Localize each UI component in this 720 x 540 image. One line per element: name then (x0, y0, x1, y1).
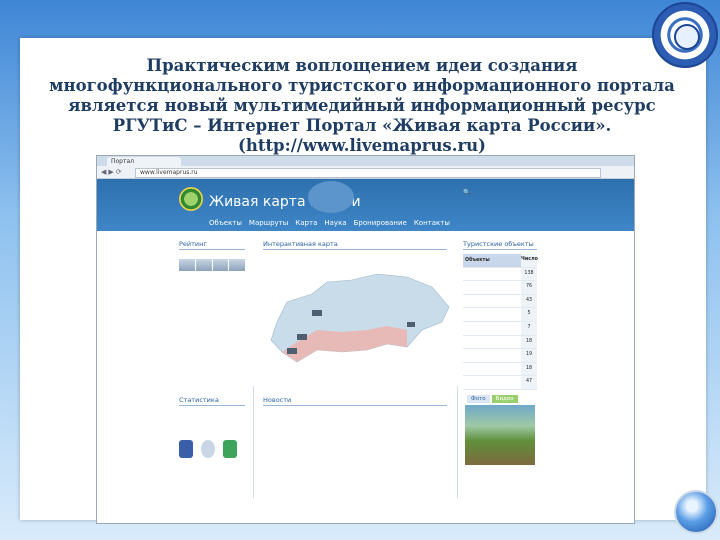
table-row[interactable]: 43 (463, 294, 537, 309)
table-row[interactable]: 18 (463, 335, 537, 350)
divider (253, 386, 254, 498)
slide-title: Практическим воплощением идеи создания м… (49, 56, 675, 155)
news-title[interactable]: Новости (263, 396, 447, 406)
promo-badge[interactable] (308, 181, 354, 213)
address-bar[interactable]: www.livemaprus.ru (135, 168, 601, 178)
featured-photo[interactable] (465, 405, 535, 465)
divider (457, 386, 458, 498)
site-header: Живая карта России 🔍 Объекты Маршруты Ка… (97, 179, 634, 231)
site-menu: Объекты Маршруты Карта Наука Бронировани… (209, 217, 450, 229)
table-header: Объекты Число (463, 254, 538, 268)
browser-tab[interactable]: Портал (107, 157, 181, 166)
menu-item-contacts[interactable]: Контакты (414, 217, 450, 229)
thumbnail[interactable] (212, 259, 229, 271)
objects-table: Объекты Число 138 76 43 5 7 18 19 18 47 (463, 254, 538, 390)
thumbnail[interactable] (229, 259, 245, 271)
map-pin-photo (312, 310, 322, 316)
browser-toolbar: ◀▶⟳ www.livemaprus.ru (97, 166, 634, 179)
globe-icon (674, 24, 700, 50)
menu-item-science[interactable]: Наука (324, 217, 346, 229)
website-screenshot: Портал ◀▶⟳ www.livemaprus.ru Живая карта… (96, 155, 635, 524)
menu-item-map[interactable]: Карта (295, 217, 317, 229)
menu-item-booking[interactable]: Бронирование (354, 217, 407, 229)
menu-item-objects[interactable]: Объекты (209, 217, 242, 229)
partner-badges (179, 440, 237, 458)
search-icon[interactable]: 🔍 (463, 189, 470, 197)
thumbnail[interactable] (179, 259, 195, 271)
tourist-objects-title[interactable]: Туристские объекты (463, 240, 537, 250)
map-pin-photo (407, 322, 415, 327)
statistics-title[interactable]: Статистика (179, 396, 245, 406)
partner-logo[interactable] (201, 440, 215, 458)
media-tabs: Фото Видео (467, 395, 518, 403)
table-row[interactable]: 138 (463, 267, 537, 282)
tab-video[interactable]: Видео (491, 395, 518, 403)
tab-photo[interactable]: Фото (467, 395, 490, 403)
partner-logo[interactable] (223, 440, 237, 458)
map-pin-photo (287, 348, 297, 354)
partner-logo[interactable] (179, 440, 193, 458)
table-row[interactable]: 7 (463, 321, 537, 336)
map-pin-photo (297, 334, 307, 340)
menu-item-routes[interactable]: Маршруты (249, 217, 288, 229)
table-row[interactable]: 18 (463, 362, 537, 377)
table-row[interactable]: 47 (463, 376, 537, 390)
browser-tabbar: Портал (97, 156, 634, 166)
slide-nav-button[interactable] (674, 490, 718, 534)
table-row[interactable]: 19 (463, 349, 537, 363)
thumbnail[interactable] (195, 259, 212, 271)
table-row[interactable]: 5 (463, 308, 537, 322)
site-logo[interactable] (179, 187, 203, 211)
russia-map[interactable] (257, 252, 453, 372)
rating-title[interactable]: Рейтинг (179, 240, 245, 250)
nav-arrows-icon[interactable]: ◀▶⟳ (101, 168, 124, 176)
map-title[interactable]: Интерактивная карта (263, 240, 447, 250)
table-row[interactable]: 76 (463, 281, 537, 295)
rating-gallery[interactable] (179, 259, 245, 271)
